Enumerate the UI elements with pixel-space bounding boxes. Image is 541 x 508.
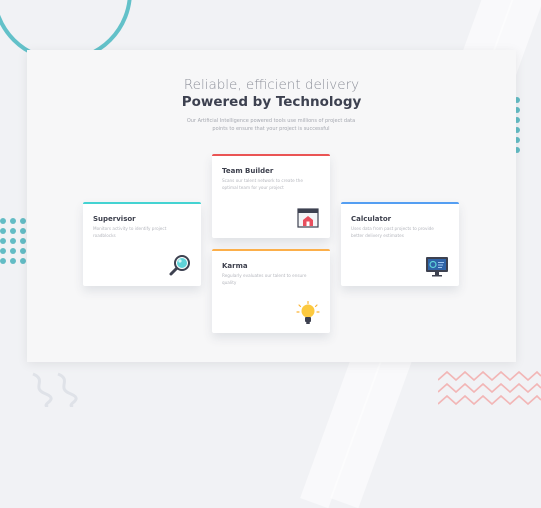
headline-bold: Powered by Technology <box>181 94 362 110</box>
card-title: Karma <box>222 262 248 270</box>
house-chart-icon <box>297 208 319 228</box>
card-karma: Karma Regularly evaluates our talent to … <box>212 249 330 333</box>
card-calculator: Calculator Uses data from past projects … <box>341 202 459 286</box>
intro-text: Our Artificial Intelligence powered tool… <box>186 118 356 132</box>
card-title: Supervisor <box>93 215 136 223</box>
decorative-zigzag <box>438 370 541 406</box>
card-description: Uses data from past projects to provide … <box>351 226 434 238</box>
card-title: Calculator <box>351 215 392 223</box>
lightbulb-icon <box>296 301 320 324</box>
card-description: Regularly evaluates our talent to ensure… <box>222 273 307 285</box>
magnifier-icon <box>169 255 190 276</box>
card-description: Scans our talent network to create the o… <box>222 178 303 190</box>
card-supervisor: Supervisor Monitors activity to identify… <box>83 202 201 286</box>
card-description: Monitors activity to identify project ro… <box>93 226 167 238</box>
monitor-icon <box>426 257 448 277</box>
card-team-builder: Team Builder Scans our talent network to… <box>212 154 330 238</box>
decorative-swirl <box>32 372 78 407</box>
features-panel: Reliable, efficient delivery Powered by … <box>27 50 516 362</box>
headline-light: Reliable, efficient delivery <box>183 77 360 93</box>
card-title: Team Builder <box>222 167 274 175</box>
decorative-dots-left <box>0 218 26 264</box>
